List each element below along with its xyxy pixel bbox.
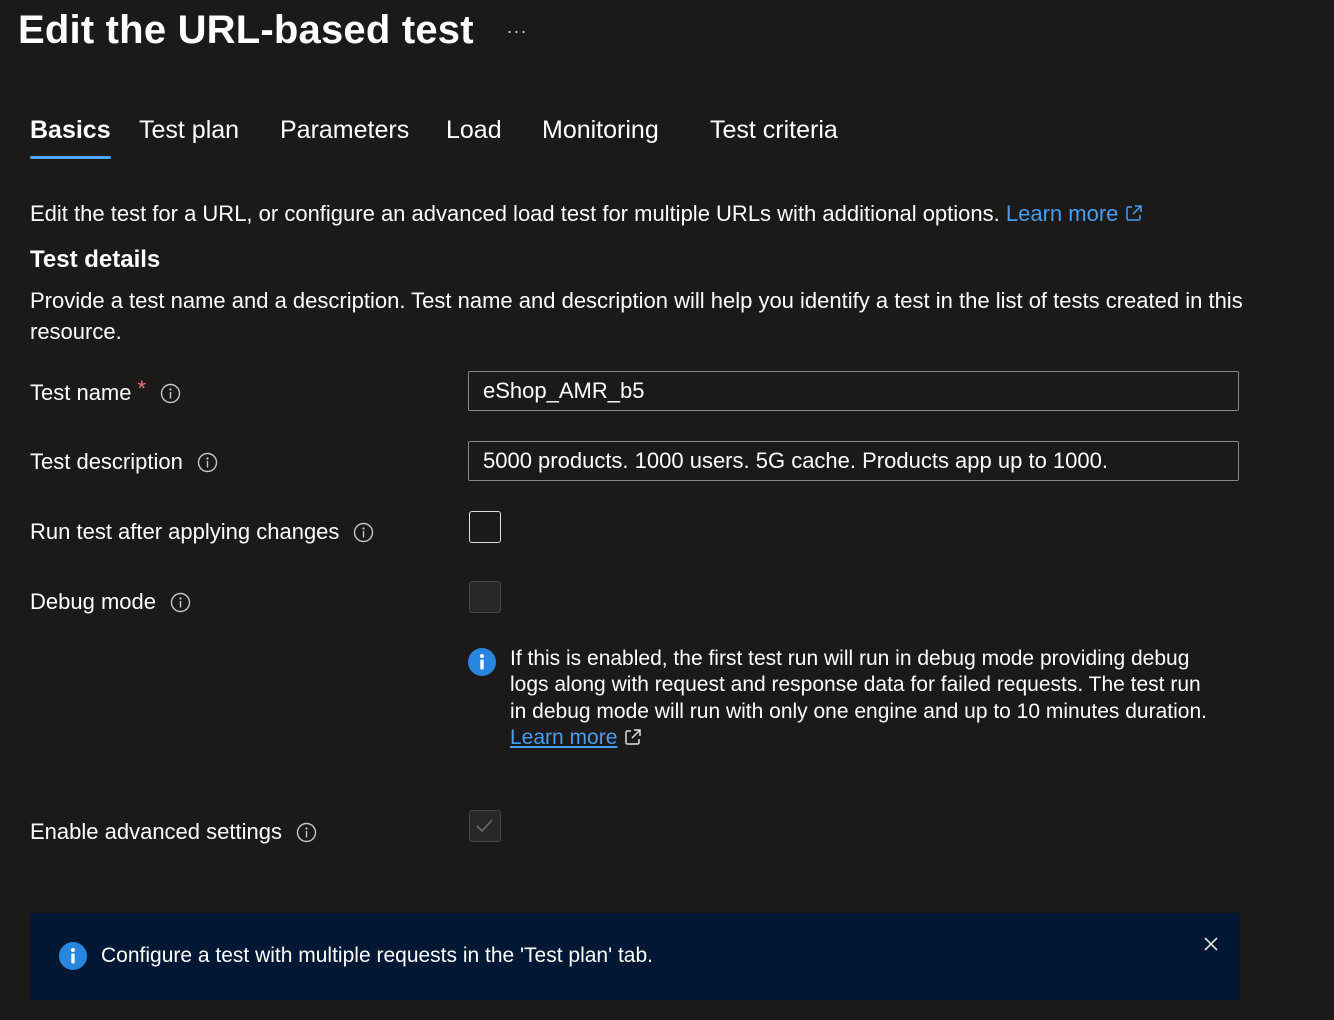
run-after-label-row: Run test after applying changes bbox=[30, 519, 374, 545]
tab-load[interactable]: Load bbox=[446, 116, 502, 159]
external-link-icon bbox=[625, 729, 642, 745]
info-icon[interactable] bbox=[197, 452, 218, 473]
debug-note-sentence: If this is enabled, the first test run w… bbox=[510, 647, 1207, 723]
checkmark-icon bbox=[476, 819, 493, 833]
more-options-button[interactable]: ··· bbox=[500, 14, 534, 48]
required-asterisk: * bbox=[137, 376, 147, 401]
test-description-input[interactable]: 5000 products. 1000 users. 5G cache. Pro… bbox=[468, 441, 1239, 481]
run-after-label: Run test after applying changes bbox=[30, 519, 340, 544]
debug-note-text: If this is enabled, the first test run w… bbox=[510, 646, 1210, 751]
intro-sentence: Edit the test for a URL, or configure an… bbox=[30, 201, 1006, 226]
tab-monitoring[interactable]: Monitoring bbox=[542, 116, 659, 159]
info-icon[interactable] bbox=[296, 822, 317, 843]
debug-mode-label-row: Debug mode bbox=[30, 589, 191, 615]
info-icon[interactable] bbox=[160, 383, 181, 404]
debug-mode-checkbox[interactable] bbox=[469, 581, 501, 613]
tab-test-criteria[interactable]: Test criteria bbox=[710, 116, 838, 159]
close-icon[interactable] bbox=[1200, 933, 1222, 955]
debug-mode-label: Debug mode bbox=[30, 589, 156, 614]
test-details-heading: Test details bbox=[30, 246, 161, 273]
test-name-label-row: Test name * bbox=[30, 376, 181, 406]
advanced-settings-label-row: Enable advanced settings bbox=[30, 819, 317, 845]
info-filled-icon bbox=[468, 648, 496, 676]
info-icon[interactable] bbox=[353, 522, 374, 543]
intro-text: Edit the test for a URL, or configure an… bbox=[30, 201, 1144, 227]
debug-learn-more-link[interactable]: Learn more bbox=[510, 726, 617, 749]
advanced-settings-checkbox[interactable] bbox=[469, 810, 501, 842]
info-banner: Configure a test with multiple requests … bbox=[30, 913, 1240, 1000]
advanced-settings-label: Enable advanced settings bbox=[30, 819, 282, 844]
banner-message: Configure a test with multiple requests … bbox=[101, 944, 653, 967]
edit-test-page: Edit the URL-based test ··· Basics Test … bbox=[0, 0, 1334, 1020]
intro-learn-more-link[interactable]: Learn more bbox=[1006, 201, 1119, 226]
test-name-input[interactable]: eShop_AMR_b5 bbox=[468, 371, 1239, 411]
test-details-description: Provide a test name and a description. T… bbox=[30, 288, 1243, 344]
info-filled-icon bbox=[59, 942, 87, 970]
tab-test-plan[interactable]: Test plan bbox=[139, 116, 239, 159]
test-name-label: Test name bbox=[30, 380, 132, 405]
tab-parameters[interactable]: Parameters bbox=[280, 116, 409, 159]
test-description-label-row: Test description bbox=[30, 449, 218, 475]
info-icon[interactable] bbox=[170, 592, 191, 613]
page-title: Edit the URL-based test bbox=[18, 8, 474, 52]
external-link-icon bbox=[1126, 205, 1143, 221]
tab-basics[interactable]: Basics bbox=[30, 116, 111, 159]
test-description-label: Test description bbox=[30, 449, 183, 474]
run-after-checkbox[interactable] bbox=[469, 511, 501, 543]
